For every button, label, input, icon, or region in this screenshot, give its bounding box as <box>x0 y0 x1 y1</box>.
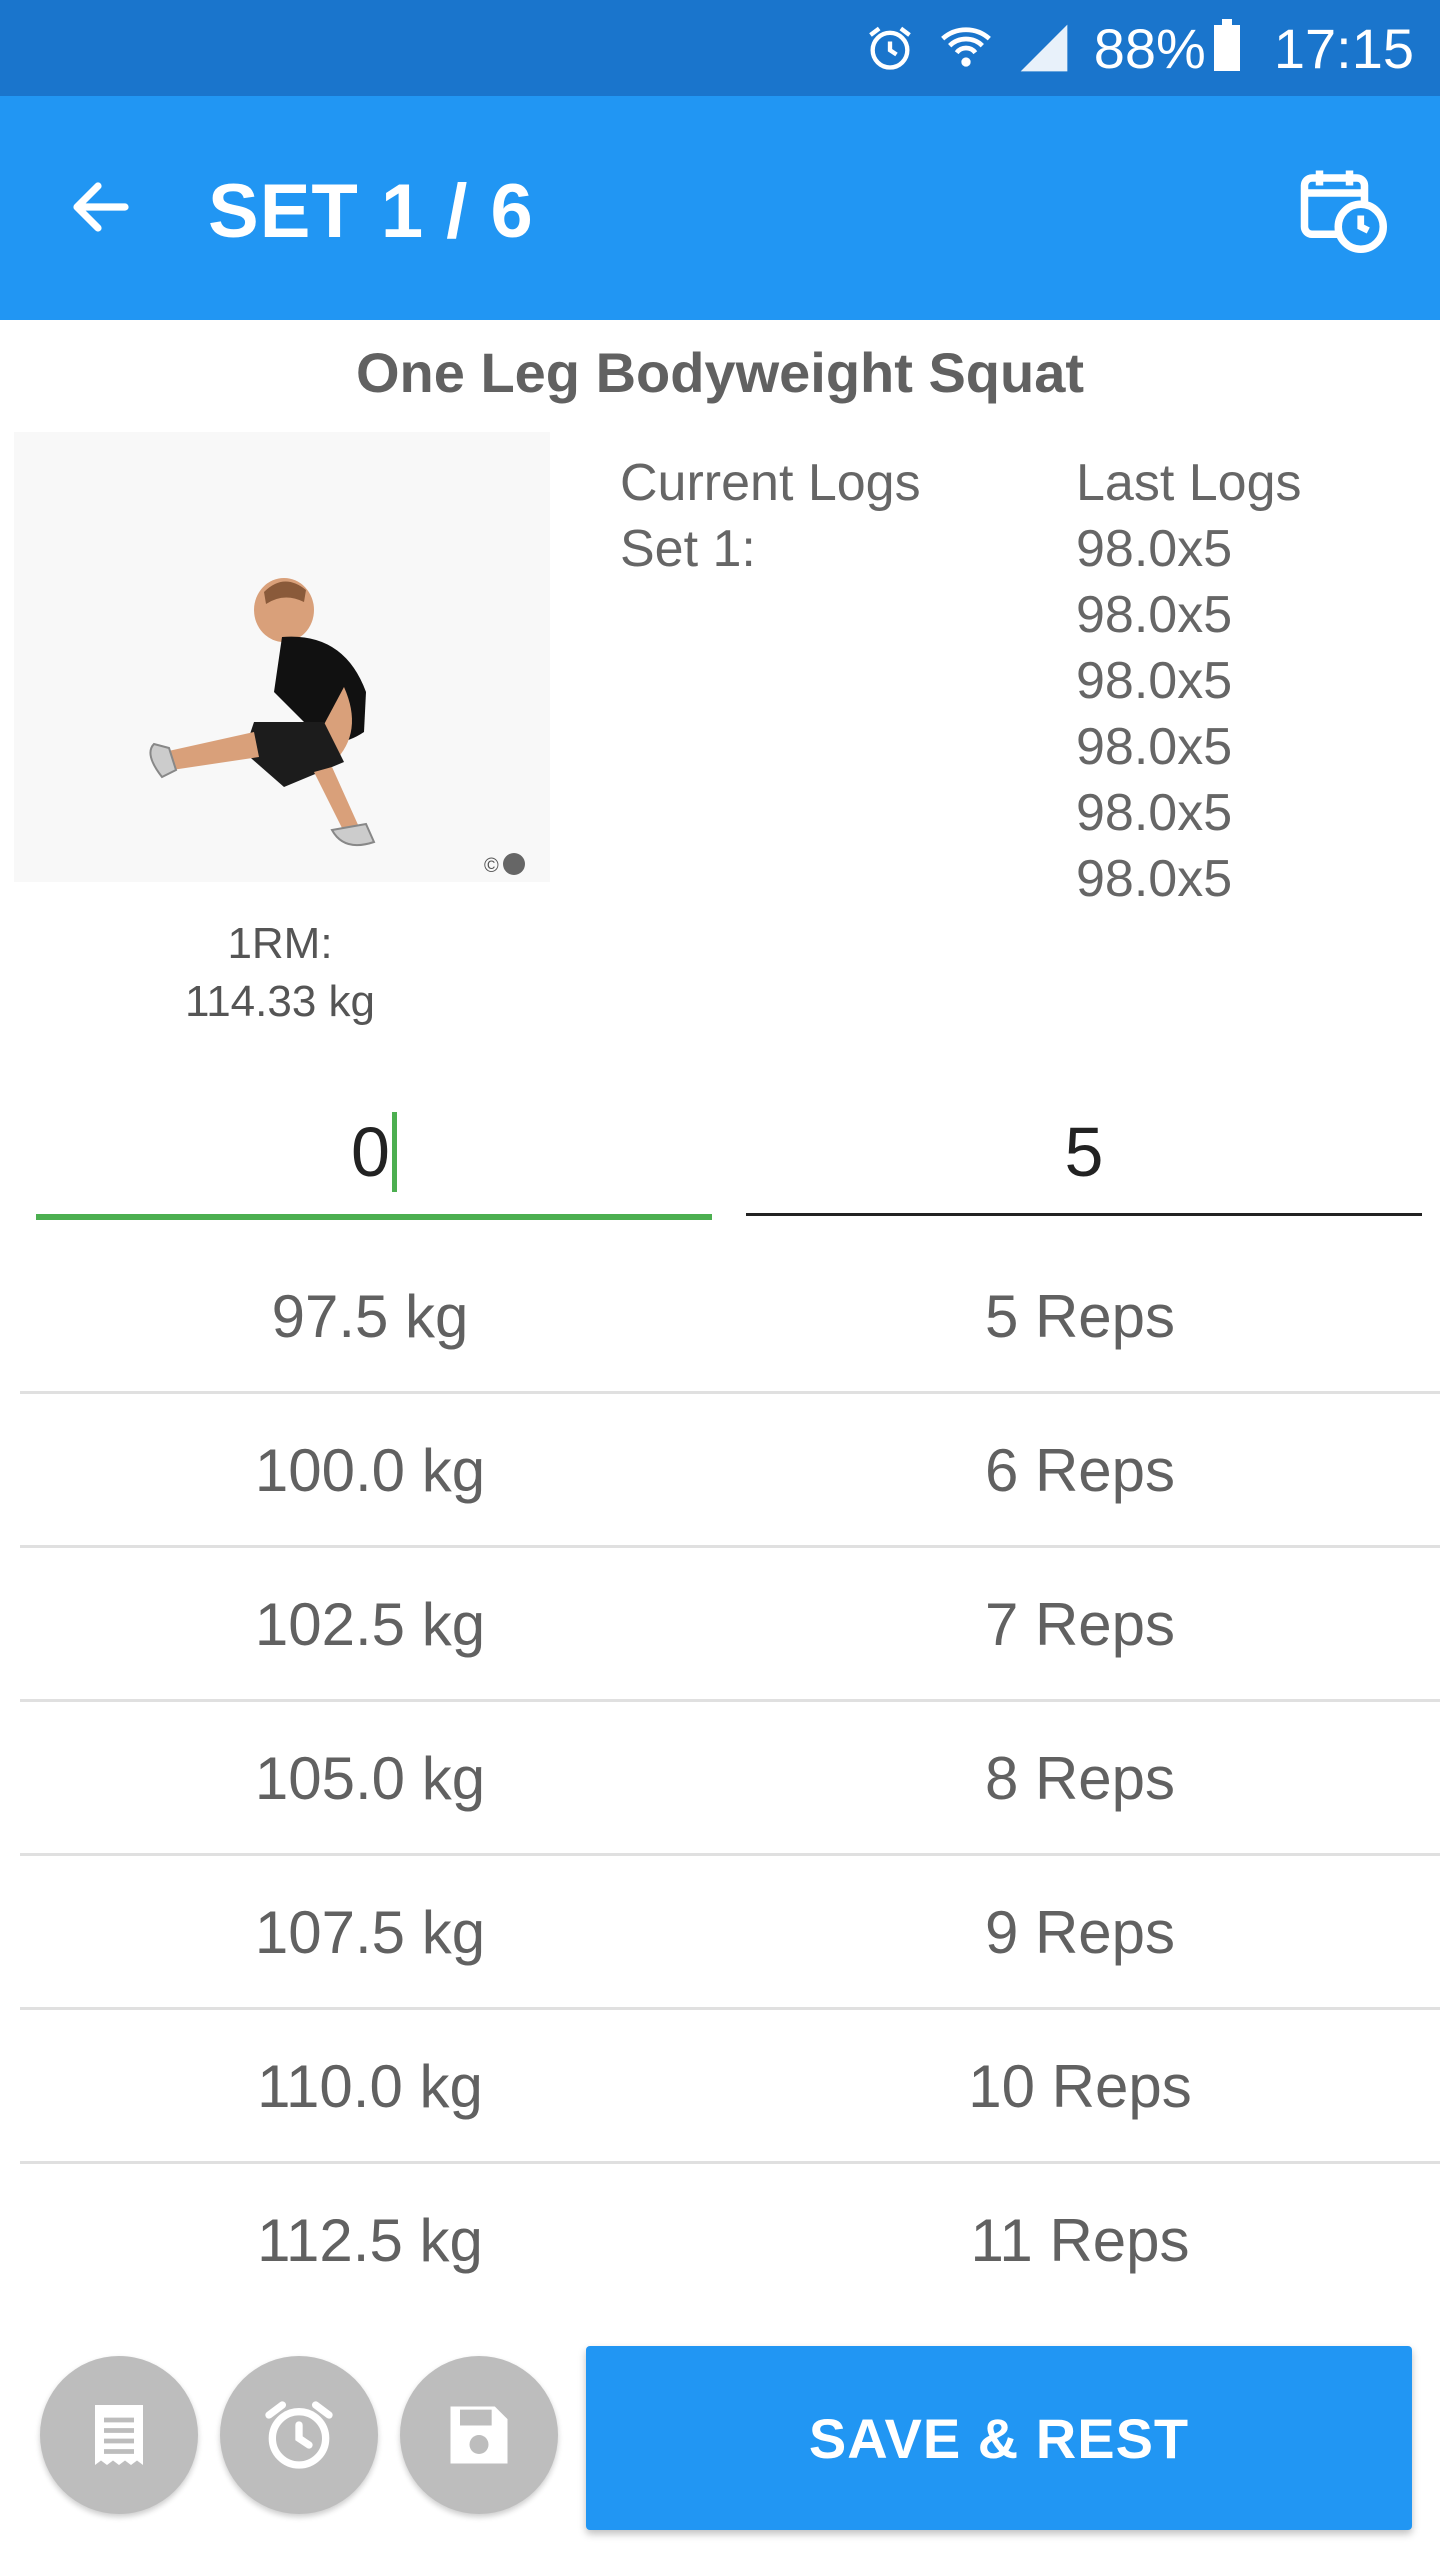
reps-option[interactable]: 11 Reps <box>730 2164 1430 2318</box>
last-logs-header: Last Logs <box>1076 454 1302 512</box>
reps-option[interactable]: 9 Reps <box>730 1856 1430 2010</box>
battery-percent: 88% <box>1093 16 1206 80</box>
weight-option[interactable]: 112.5 kg <box>20 2164 720 2318</box>
weight-option[interactable]: 100.0 kg <box>20 1394 720 1548</box>
weight-option[interactable]: 102.5 kg <box>20 1548 720 1702</box>
last-log-entry: 98.0x5 <box>1076 784 1233 842</box>
last-log-entry: 98.0x5 <box>1076 850 1233 908</box>
reps-option[interactable]: 5 Reps <box>730 1240 1430 1394</box>
last-logs: Last Logs 98.0x5 98.0x5 98.0x5 98.0x5 98… <box>1076 450 1302 912</box>
reps-input-underline <box>746 1213 1422 1216</box>
weight-reps-picker: 97.5 kg 5 Reps 100.0 kg 6 Reps 102.5 kg … <box>20 1240 1440 2318</box>
weight-option[interactable]: 105.0 kg <box>20 1702 720 1856</box>
alarm-icon <box>864 22 916 74</box>
floppy-disk-icon <box>450 2406 508 2464</box>
last-log-entry: 98.0x5 <box>1076 652 1233 710</box>
picker-row: 105.0 kg 8 Reps <box>20 1702 1440 1856</box>
battery-icon <box>1213 19 1240 71</box>
reps-option[interactable]: 10 Reps <box>730 2010 1430 2164</box>
reps-option[interactable]: 8 Reps <box>730 1702 1430 1856</box>
last-log-entry: 98.0x5 <box>1076 520 1233 578</box>
wifi-icon <box>938 20 994 76</box>
rest-timer-button[interactable] <box>220 2356 378 2514</box>
history-button[interactable] <box>1292 158 1392 258</box>
svg-text:©: © <box>484 855 499 877</box>
save-and-rest-button[interactable]: SAVE & REST <box>586 2346 1412 2530</box>
notes-icon <box>95 2405 143 2465</box>
one-rm-value: 114.33 kg <box>184 977 375 1026</box>
weight-input[interactable]: 0 <box>36 1090 712 1220</box>
clock: 17:15 <box>1273 16 1414 80</box>
reps-option[interactable]: 7 Reps <box>730 1548 1430 1702</box>
back-button[interactable] <box>56 162 146 252</box>
app-bar: SET 1 / 6 <box>0 96 1440 320</box>
reps-option[interactable]: 6 Reps <box>730 1394 1430 1548</box>
weight-input-underline <box>36 1214 712 1220</box>
exercise-image: © <box>14 432 550 882</box>
reps-input-value: 5 <box>1064 1113 1104 1191</box>
weight-option[interactable]: 97.5 kg <box>20 1240 720 1394</box>
signal-icon <box>1016 20 1072 76</box>
status-bar: 88% 17:15 <box>0 0 1440 96</box>
picker-row: 112.5 kg 11 Reps <box>20 2164 1440 2318</box>
picker-row: 100.0 kg 6 Reps <box>20 1394 1440 1548</box>
one-rm: 1RM: 114.33 kg <box>140 915 420 1031</box>
weight-input-value: 0 <box>351 1113 390 1191</box>
weight-option[interactable]: 107.5 kg <box>20 1856 720 2010</box>
save-button[interactable] <box>400 2356 558 2514</box>
last-log-entry: 98.0x5 <box>1076 718 1233 776</box>
picker-row: 102.5 kg 7 Reps <box>20 1548 1440 1702</box>
notes-button[interactable] <box>40 2356 198 2514</box>
current-logs-header: Current Logs <box>620 454 921 512</box>
picker-row: 107.5 kg 9 Reps <box>20 1856 1440 2010</box>
current-logs: Current Logs Set 1: <box>620 450 921 582</box>
reps-input[interactable]: 5 <box>746 1090 1422 1220</box>
picker-row: 110.0 kg 10 Reps <box>20 2010 1440 2164</box>
picker-row: 97.5 kg 5 Reps <box>20 1240 1440 1394</box>
exercise-title: One Leg Bodyweight Squat <box>355 341 1085 404</box>
page-title: SET 1 / 6 <box>208 169 534 254</box>
text-cursor <box>391 1111 397 1192</box>
alarm-clock-icon <box>265 2401 333 2469</box>
weight-option[interactable]: 110.0 kg <box>20 2010 720 2164</box>
last-log-entry: 98.0x5 <box>1076 586 1233 644</box>
one-rm-label: 1RM: <box>227 919 333 968</box>
arrow-back-icon <box>73 182 129 232</box>
current-log-entry: Set 1: <box>620 520 756 578</box>
calendar-clock-icon <box>1300 170 1387 253</box>
